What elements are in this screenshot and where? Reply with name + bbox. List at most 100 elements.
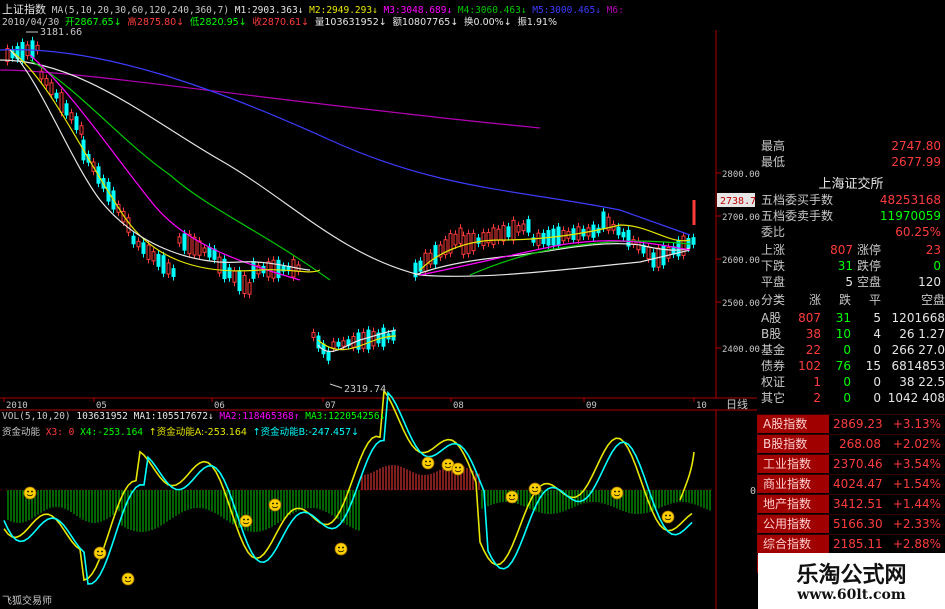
breadth-row: 平盘 5 空盘 120 xyxy=(757,274,945,290)
candle-body xyxy=(166,262,171,275)
candle-body xyxy=(20,41,25,62)
bar-amplitude: 振1.91% xyxy=(517,17,558,28)
smiley-signal-icon xyxy=(451,462,465,476)
price-tick-label: 2400.00 xyxy=(722,345,760,355)
bid-volume-label: 五档委买手数 xyxy=(761,193,834,207)
candle-body xyxy=(491,227,496,245)
smiley-signal-icon xyxy=(421,456,435,470)
candle-body xyxy=(237,270,242,292)
bid-volume-value: 48253168 xyxy=(879,193,941,207)
candle-body xyxy=(366,329,371,350)
price-tick-label: 2600.00 xyxy=(722,256,760,266)
candle-body xyxy=(247,282,252,295)
candle-body xyxy=(59,92,64,113)
candle-body xyxy=(501,224,506,242)
table-cell: 1 xyxy=(813,375,821,389)
candle-body xyxy=(601,211,606,229)
breadth-value-2: 0 xyxy=(933,259,941,273)
candle-body xyxy=(291,259,296,278)
bar-high: 高2875.80↓ xyxy=(127,17,185,28)
candle-body xyxy=(646,246,651,260)
panel-low-value: 2677.99 xyxy=(891,155,941,169)
smiley-signal-icon xyxy=(661,510,675,524)
candle-body xyxy=(131,235,136,245)
candle-body xyxy=(44,78,49,86)
table-cell: 1042 408 xyxy=(887,391,945,405)
candle-body xyxy=(276,259,281,279)
bar-open: 开2867.65↓ xyxy=(64,17,122,28)
table-cell: 0 xyxy=(873,343,881,357)
bar-amount: 额10807765↓ xyxy=(392,17,459,28)
table-cell: 0 xyxy=(843,391,851,405)
sector-index-row[interactable]: 商业指数 4024.47 +1.54% xyxy=(757,474,945,493)
indicator-a: ↑资金动能A:-253.164 xyxy=(148,427,247,438)
sector-index-row[interactable]: 综合指数 2185.11 +2.88% xyxy=(757,534,945,553)
candle-body xyxy=(371,331,376,347)
exchange-name: 上海证交所 xyxy=(818,177,884,192)
candle-body xyxy=(336,341,341,347)
indicator-author: 飞狐交易师 xyxy=(2,594,52,607)
panel-low-row: 最低 2677.99 xyxy=(757,154,945,170)
indicator-header: 资金动能 X3: 0 X4:-253.164 ↑资金动能A:-253.164 ↑… xyxy=(2,424,359,438)
table-cell: 权证 xyxy=(761,375,786,389)
smiley-signal-icon xyxy=(121,572,135,586)
indicator-zero-label: 0 xyxy=(750,486,756,497)
table-row: 其它 2 0 0 1042 408 xyxy=(757,390,945,406)
sector-index-row[interactable]: 公用指数 5166.30 +2.33% xyxy=(757,514,945,533)
table-header-cell: 平 xyxy=(868,293,881,307)
candle-body xyxy=(54,92,59,99)
table-cell: 38 22.5 xyxy=(899,375,945,389)
table-cell: 其它 xyxy=(761,391,786,405)
table-header-cell: 空盘 xyxy=(920,293,945,307)
sector-index-row[interactable]: A股指数 2869.23 +3.13% xyxy=(757,414,945,433)
candle-body xyxy=(481,232,486,247)
table-cell: 22 xyxy=(805,343,821,357)
sector-index-row[interactable]: B股指数 268.08 +2.02% xyxy=(757,434,945,453)
table-cell: 15 xyxy=(865,359,881,373)
table-cell: 基金 xyxy=(761,343,786,357)
sector-index-value: 2185.11 xyxy=(833,537,883,551)
sector-index-row[interactable]: 工业指数 2370.46 +3.54% xyxy=(757,454,945,473)
candle-body xyxy=(616,226,621,236)
candle-body xyxy=(146,244,151,260)
smiley-signal-icon xyxy=(93,546,107,560)
candle-body xyxy=(202,247,207,253)
stock-chart[interactable]: 2800.00 2700.00 2600.00 2500.00 2400.00 2010… xyxy=(0,0,760,609)
candle-body xyxy=(79,125,84,135)
candle-body xyxy=(177,236,182,244)
high-label: 3181.66 xyxy=(40,27,82,38)
candle-body xyxy=(156,253,161,267)
ask-volume-label: 五档委卖手数 xyxy=(761,209,834,223)
candle-body xyxy=(136,240,141,248)
indicator-name[interactable]: 资金动能 xyxy=(2,427,40,438)
table-cell: 31 xyxy=(835,311,851,325)
order-ratio-value: 60.25% xyxy=(895,225,941,239)
breadth-label-2: 空盘 xyxy=(857,275,882,289)
table-cell: 0 xyxy=(843,343,851,357)
table-cell: 1201668 xyxy=(891,311,945,325)
header-line-2: 2010/04/30 开2867.65↓ 高2875.80↓ 低2820.95↓… xyxy=(2,14,557,28)
sector-index-row[interactable]: 地产指数 3412.51 +1.44% xyxy=(757,494,945,513)
time-tick-label: 06 xyxy=(214,401,225,411)
table-cell: 807 xyxy=(798,311,821,325)
low-marker-line xyxy=(329,383,343,389)
sector-index-value: 268.08 xyxy=(839,437,881,451)
candle-body xyxy=(661,245,666,266)
candle-body xyxy=(64,103,69,116)
sector-index-value: 2370.46 xyxy=(833,457,883,471)
candle-body xyxy=(433,245,438,265)
low-label: 2319.74 xyxy=(344,384,386,395)
table-cell: 0 xyxy=(873,391,881,405)
candle-body xyxy=(511,219,516,241)
smiley-signal-icon xyxy=(268,498,282,512)
time-tick-label: 2010 xyxy=(6,401,28,411)
table-row: 基金 22 0 0 266 27.0 xyxy=(757,342,945,358)
breadth-label-2: 跌停 xyxy=(857,259,882,273)
watermark-url: www.60lt.com xyxy=(797,587,906,603)
table-cell: 0 xyxy=(843,375,851,389)
smiley-signal-icon xyxy=(528,482,542,496)
breadth-value-1: 5 xyxy=(845,275,853,289)
sector-index-name: 公用指数 xyxy=(757,515,829,533)
order-ratio-row: 委比 60.25% xyxy=(757,224,945,240)
indicator-x4: X4:-253.164 xyxy=(80,427,144,438)
